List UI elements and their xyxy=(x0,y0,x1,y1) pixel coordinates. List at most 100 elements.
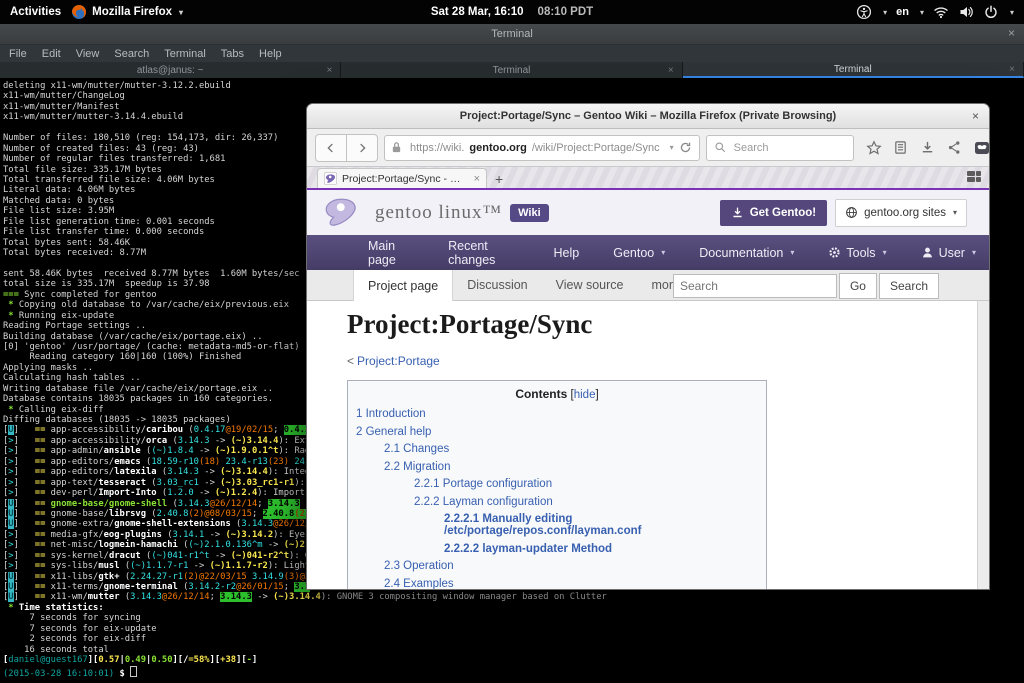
get-gentoo-button[interactable]: Get Gentoo! xyxy=(720,200,827,226)
url-bar[interactable]: https://wiki.gentoo.org/wiki/Project:Por… xyxy=(384,135,700,161)
nav-label: Tools xyxy=(846,246,875,260)
app-menu-button[interactable]: Mozilla Firefox ▾ xyxy=(71,4,183,20)
close-icon[interactable]: × xyxy=(668,65,674,76)
gentoo-favicon xyxy=(324,172,337,185)
toc-entry[interactable]: 1 Introduction xyxy=(356,408,758,420)
wiki-nav-recent-changes[interactable]: Recent changes xyxy=(435,235,532,270)
wiki-go-button[interactable]: Go xyxy=(839,273,877,299)
reload-icon[interactable] xyxy=(679,141,693,155)
new-tab-button[interactable]: + xyxy=(495,170,503,188)
search-icon xyxy=(714,141,728,155)
gentoo-sites-button[interactable]: gentoo.org sites ▾ xyxy=(835,199,967,227)
wiki-nav-main-page[interactable]: Main page xyxy=(355,235,427,270)
firefox-titlebar[interactable]: Project:Portage/Sync – Gentoo Wiki – Moz… xyxy=(307,104,989,129)
wiki-nav-tools[interactable]: Tools ▾ xyxy=(815,235,899,270)
page-title: Project:Portage/Sync xyxy=(347,309,989,340)
close-icon[interactable]: × xyxy=(972,109,979,123)
clock-area[interactable]: Sat 28 Mar, 16:10 08:10 PDT xyxy=(431,0,593,24)
url-host: gentoo.org xyxy=(469,142,526,154)
toc-heading: Contents [hide] xyxy=(356,387,758,401)
terminal-menu-file[interactable]: File xyxy=(9,48,27,60)
chevron-down-icon: ▾ xyxy=(953,208,957,217)
toc-entry[interactable]: 2.3 Operation xyxy=(384,560,758,572)
wiki-tab-view-source[interactable]: View source xyxy=(542,270,638,300)
forward-button[interactable] xyxy=(347,134,378,162)
gentoo-logo[interactable] xyxy=(321,195,365,231)
nav-label: Help xyxy=(554,246,580,260)
terminal-menu-view[interactable]: View xyxy=(76,48,100,60)
close-icon[interactable]: × xyxy=(1009,64,1015,75)
nav-label: Main page xyxy=(368,239,414,267)
terminal-title: Terminal xyxy=(491,28,533,40)
close-icon[interactable]: × xyxy=(474,173,480,185)
terminal-titlebar[interactable]: Terminal × xyxy=(0,24,1024,45)
chevron-down-icon: ▾ xyxy=(883,248,887,257)
chevron-down-icon: ▾ xyxy=(179,8,183,17)
chevron-down-icon: ▾ xyxy=(790,248,794,257)
toc-entry[interactable]: 2.2.2 Layman configuration xyxy=(414,496,758,508)
wiki-search-input[interactable] xyxy=(673,274,837,298)
back-button[interactable] xyxy=(315,134,347,162)
terminal-menu-search[interactable]: Search xyxy=(114,48,149,60)
terminal-menu-help[interactable]: Help xyxy=(259,48,282,60)
volume-icon[interactable] xyxy=(958,4,974,20)
bookmarks-icon[interactable] xyxy=(893,140,909,156)
accessibility-icon[interactable] xyxy=(856,4,872,20)
toc-entry[interactable]: 2.2 Migration xyxy=(384,461,758,473)
toc-entry[interactable]: 2 General help xyxy=(356,426,758,438)
wifi-icon[interactable] xyxy=(933,4,949,20)
wiki-content: Project:Portage/Sync <Project:Portage Co… xyxy=(307,301,989,590)
breadcrumb: <Project:Portage xyxy=(347,354,989,368)
keyboard-layout-indicator[interactable]: en xyxy=(896,6,909,18)
terminal-menu-tabs[interactable]: Tabs xyxy=(221,48,244,60)
wiki-nav-gentoo[interactable]: Gentoo▾ xyxy=(600,235,678,270)
terminal-line: * Time statistics: xyxy=(3,603,1024,613)
bookmark-star-icon[interactable] xyxy=(866,140,882,156)
toc-entry[interactable]: 2.4 Examples xyxy=(384,578,758,590)
tab-groups-icon[interactable] xyxy=(967,171,981,183)
activities-button[interactable]: Activities xyxy=(10,6,61,18)
breadcrumb-link[interactable]: Project:Portage xyxy=(357,354,440,368)
page-scrollbar[interactable] xyxy=(977,301,989,590)
wiki-tab-discussion[interactable]: Discussion xyxy=(453,270,541,300)
terminal-menu-edit[interactable]: Edit xyxy=(42,48,61,60)
toc-entry[interactable]: 2.2.2.2 layman-updater Method xyxy=(444,543,758,555)
wiki-tab-project-page[interactable]: Project page xyxy=(353,270,453,301)
wiki-nav-documentation[interactable]: Documentation▾ xyxy=(686,235,807,270)
terminal-line: [U] == x11-wm/mutter (3.14.3@26/12/14; 3… xyxy=(3,592,1024,602)
terminal-tab[interactable]: atlas@janus: ~× xyxy=(0,62,341,78)
terminal-tab-title: Terminal xyxy=(493,65,531,76)
power-icon[interactable] xyxy=(983,4,999,20)
chevron-down-icon[interactable]: ▾ xyxy=(670,143,674,152)
downloads-icon[interactable] xyxy=(920,140,936,156)
chevron-down-icon: ▾ xyxy=(972,248,976,257)
gnome-top-bar: Activities Mozilla Firefox ▾ Sat 28 Mar,… xyxy=(0,0,1024,24)
terminal-line: 7 seconds for syncing xyxy=(3,613,1024,623)
terminal-line: 16 seconds total xyxy=(3,645,1024,655)
toc-entry[interactable]: 2.2.2.1 Manually editing /etc/portage/re… xyxy=(444,513,758,537)
terminal-menubar: File Edit View Search Terminal Tabs Help xyxy=(0,45,1024,62)
chevron-down-icon: ▾ xyxy=(661,248,665,257)
wiki-search-button[interactable]: Search xyxy=(879,273,939,299)
toc-hide-link[interactable]: hide xyxy=(574,389,596,401)
terminal-tab[interactable]: Terminal × xyxy=(341,62,682,78)
chevron-down-icon: ▾ xyxy=(1010,8,1014,17)
close-icon[interactable]: × xyxy=(326,65,332,76)
wiki-nav-user[interactable]: User▾ xyxy=(908,235,989,270)
table-of-contents: Contents [hide] 1 Introduction 2 General … xyxy=(347,380,767,590)
toc-entry[interactable]: 2.1 Changes xyxy=(384,443,758,455)
download-icon xyxy=(731,206,745,220)
firefox-icon xyxy=(71,4,87,20)
firefox-tabstrip: Project:Portage/Sync - Gentoo ... × + xyxy=(307,167,989,188)
terminal-line: x11-wm/mutter/ChangeLog xyxy=(3,91,1024,101)
close-icon[interactable]: × xyxy=(1008,26,1015,40)
terminal-tab[interactable]: Terminal× xyxy=(683,62,1024,78)
share-icon[interactable] xyxy=(947,140,963,156)
terminal-menu-terminal[interactable]: Terminal xyxy=(164,48,206,60)
private-browsing-mask-icon[interactable] xyxy=(974,140,990,156)
browser-tab[interactable]: Project:Portage/Sync - Gentoo ... × xyxy=(317,168,487,188)
wiki-nav-help[interactable]: Help xyxy=(541,235,593,270)
nav-label: Recent changes xyxy=(448,239,519,267)
search-bar[interactable]: Search xyxy=(706,135,854,161)
toc-entry[interactable]: 2.2.1 Portage configuration xyxy=(414,478,758,490)
